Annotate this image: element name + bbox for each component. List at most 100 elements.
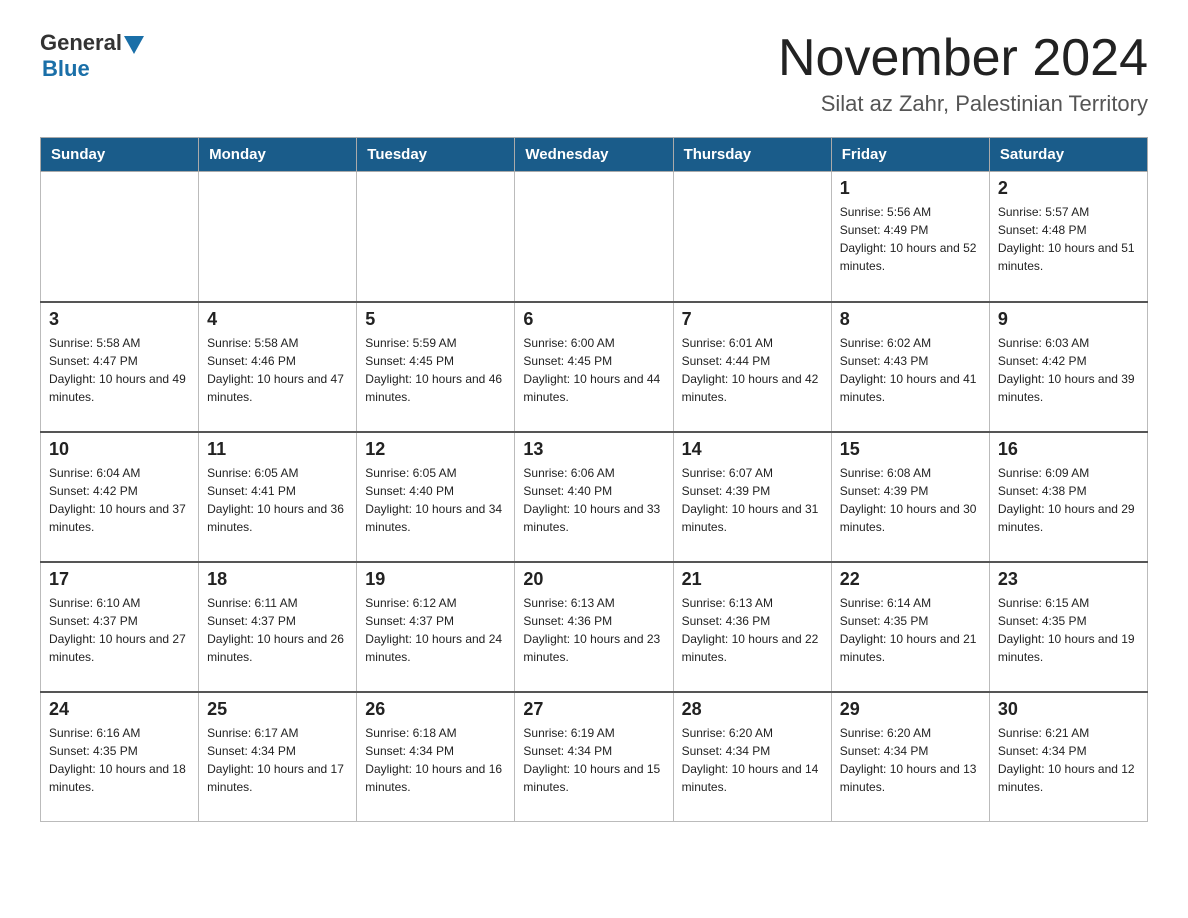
calendar-cell: 8 Sunrise: 6:02 AMSunset: 4:43 PMDaylight… <box>831 302 989 432</box>
calendar-cell: 19 Sunrise: 6:12 AMSunset: 4:37 PMDayligh… <box>357 562 515 692</box>
calendar-cell: 21Sunrise: 6:13 AMSunset: 4:36 PMDayligh… <box>673 562 831 692</box>
day-number: 21 <box>682 569 823 590</box>
calendar-cell: 26Sunrise: 6:18 AMSunset: 4:34 PMDayligh… <box>357 692 515 822</box>
day-number: 6 <box>523 309 664 330</box>
day-number: 11 <box>207 439 348 460</box>
calendar-cell: 12 Sunrise: 6:05 AMSunset: 4:40 PMDayligh… <box>357 432 515 562</box>
calendar-cell: 22 Sunrise: 6:14 AMSunset: 4:35 PMDayligh… <box>831 562 989 692</box>
day-info: Sunrise: 6:07 AMSunset: 4:39 PMDaylight:… <box>682 464 823 536</box>
day-info: Sunrise: 6:15 AMSunset: 4:35 PMDaylight:… <box>998 594 1139 666</box>
logo-triangle-icon <box>124 36 144 54</box>
day-number: 19 <box>365 569 506 590</box>
calendar-cell: 14 Sunrise: 6:07 AMSunset: 4:39 PMDayligh… <box>673 432 831 562</box>
calendar-cell: 7 Sunrise: 6:01 AMSunset: 4:44 PMDaylight… <box>673 302 831 432</box>
day-number: 30 <box>998 699 1139 720</box>
header: General Blue November 2024 Silat az Zahr… <box>40 30 1148 117</box>
day-info: Sunrise: 6:14 AMSunset: 4:35 PMDaylight:… <box>840 594 981 666</box>
calendar-cell: 28 Sunrise: 6:20 AMSunset: 4:34 PMDayligh… <box>673 692 831 822</box>
calendar-cell: 10 Sunrise: 6:04 AMSunset: 4:42 PMDayligh… <box>41 432 199 562</box>
day-number: 17 <box>49 569 190 590</box>
day-info: Sunrise: 6:03 AMSunset: 4:42 PMDaylight:… <box>998 334 1139 406</box>
day-number: 14 <box>682 439 823 460</box>
day-number: 28 <box>682 699 823 720</box>
calendar: SundayMondayTuesdayWednesdayThursdayFrid… <box>40 137 1148 822</box>
day-info: Sunrise: 5:57 AMSunset: 4:48 PMDaylight:… <box>998 203 1139 275</box>
day-number: 29 <box>840 699 981 720</box>
month-title: November 2024 <box>778 30 1148 87</box>
day-number: 24 <box>49 699 190 720</box>
calendar-cell: 18Sunrise: 6:11 AMSunset: 4:37 PMDayligh… <box>199 562 357 692</box>
day-number: 20 <box>523 569 664 590</box>
day-number: 9 <box>998 309 1139 330</box>
day-info: Sunrise: 6:18 AMSunset: 4:34 PMDaylight:… <box>365 724 506 796</box>
day-info: Sunrise: 6:12 AMSunset: 4:37 PMDaylight:… <box>365 594 506 666</box>
day-number: 13 <box>523 439 664 460</box>
day-info: Sunrise: 5:58 AMSunset: 4:47 PMDaylight:… <box>49 334 190 406</box>
calendar-week-row: 17 Sunrise: 6:10 AMSunset: 4:37 PMDayligh… <box>41 562 1148 692</box>
day-info: Sunrise: 6:06 AMSunset: 4:40 PMDaylight:… <box>523 464 664 536</box>
day-number: 18 <box>207 569 348 590</box>
day-number: 1 <box>840 178 981 199</box>
calendar-cell: 25 Sunrise: 6:17 AMSunset: 4:34 PMDayligh… <box>199 692 357 822</box>
day-number: 8 <box>840 309 981 330</box>
calendar-header-row: SundayMondayTuesdayWednesdayThursdayFrid… <box>41 138 1148 172</box>
calendar-cell <box>673 172 831 302</box>
day-number: 22 <box>840 569 981 590</box>
calendar-cell: 16Sunrise: 6:09 AMSunset: 4:38 PMDayligh… <box>989 432 1147 562</box>
calendar-cell: 4Sunrise: 5:58 AMSunset: 4:46 PMDaylight… <box>199 302 357 432</box>
day-number: 5 <box>365 309 506 330</box>
day-number: 15 <box>840 439 981 460</box>
day-number: 23 <box>998 569 1139 590</box>
calendar-cell: 15 Sunrise: 6:08 AMSunset: 4:39 PMDayligh… <box>831 432 989 562</box>
calendar-cell: 5 Sunrise: 5:59 AMSunset: 4:45 PMDaylight… <box>357 302 515 432</box>
calendar-week-row: 24 Sunrise: 6:16 AMSunset: 4:35 PMDayligh… <box>41 692 1148 822</box>
day-info: Sunrise: 6:00 AMSunset: 4:45 PMDaylight:… <box>523 334 664 406</box>
day-info: Sunrise: 6:05 AMSunset: 4:40 PMDaylight:… <box>365 464 506 536</box>
day-number: 3 <box>49 309 190 330</box>
day-number: 27 <box>523 699 664 720</box>
calendar-cell: 6 Sunrise: 6:00 AMSunset: 4:45 PMDaylight… <box>515 302 673 432</box>
logo-general-text: General <box>40 30 122 56</box>
calendar-cell <box>515 172 673 302</box>
day-of-week-header: Friday <box>831 138 989 172</box>
day-of-week-header: Wednesday <box>515 138 673 172</box>
calendar-week-row: 3 Sunrise: 5:58 AMSunset: 4:47 PMDaylight… <box>41 302 1148 432</box>
calendar-cell: 1 Sunrise: 5:56 AMSunset: 4:49 PMDaylight… <box>831 172 989 302</box>
day-number: 2 <box>998 178 1139 199</box>
day-number: 12 <box>365 439 506 460</box>
day-info: Sunrise: 6:04 AMSunset: 4:42 PMDaylight:… <box>49 464 190 536</box>
day-info: Sunrise: 5:59 AMSunset: 4:45 PMDaylight:… <box>365 334 506 406</box>
calendar-cell: 24 Sunrise: 6:16 AMSunset: 4:35 PMDayligh… <box>41 692 199 822</box>
day-number: 10 <box>49 439 190 460</box>
calendar-cell: 20Sunrise: 6:13 AMSunset: 4:36 PMDayligh… <box>515 562 673 692</box>
calendar-cell: 30Sunrise: 6:21 AMSunset: 4:34 PMDayligh… <box>989 692 1147 822</box>
day-info: Sunrise: 6:02 AMSunset: 4:43 PMDaylight:… <box>840 334 981 406</box>
calendar-cell: 23 Sunrise: 6:15 AMSunset: 4:35 PMDayligh… <box>989 562 1147 692</box>
day-info: Sunrise: 6:16 AMSunset: 4:35 PMDaylight:… <box>49 724 190 796</box>
calendar-cell: 2 Sunrise: 5:57 AMSunset: 4:48 PMDaylight… <box>989 172 1147 302</box>
day-of-week-header: Monday <box>199 138 357 172</box>
day-number: 16 <box>998 439 1139 460</box>
logo: General Blue <box>40 30 146 82</box>
day-info: Sunrise: 6:01 AMSunset: 4:44 PMDaylight:… <box>682 334 823 406</box>
calendar-week-row: 1 Sunrise: 5:56 AMSunset: 4:49 PMDaylight… <box>41 172 1148 302</box>
calendar-cell: 11Sunrise: 6:05 AMSunset: 4:41 PMDayligh… <box>199 432 357 562</box>
calendar-cell <box>41 172 199 302</box>
logo-blue-text: Blue <box>42 56 90 82</box>
day-info: Sunrise: 6:08 AMSunset: 4:39 PMDaylight:… <box>840 464 981 536</box>
day-number: 25 <box>207 699 348 720</box>
calendar-cell: 27Sunrise: 6:19 AMSunset: 4:34 PMDayligh… <box>515 692 673 822</box>
day-info: Sunrise: 6:20 AMSunset: 4:34 PMDaylight:… <box>840 724 981 796</box>
day-info: Sunrise: 6:20 AMSunset: 4:34 PMDaylight:… <box>682 724 823 796</box>
day-info: Sunrise: 6:10 AMSunset: 4:37 PMDaylight:… <box>49 594 190 666</box>
calendar-cell: 17 Sunrise: 6:10 AMSunset: 4:37 PMDayligh… <box>41 562 199 692</box>
calendar-cell: 13 Sunrise: 6:06 AMSunset: 4:40 PMDayligh… <box>515 432 673 562</box>
day-of-week-header: Saturday <box>989 138 1147 172</box>
day-info: Sunrise: 6:17 AMSunset: 4:34 PMDaylight:… <box>207 724 348 796</box>
calendar-cell: 9 Sunrise: 6:03 AMSunset: 4:42 PMDaylight… <box>989 302 1147 432</box>
day-info: Sunrise: 5:58 AMSunset: 4:46 PMDaylight:… <box>207 334 348 406</box>
day-info: Sunrise: 5:56 AMSunset: 4:49 PMDaylight:… <box>840 203 981 275</box>
title-area: November 2024 Silat az Zahr, Palestinian… <box>778 30 1148 117</box>
location: Silat az Zahr, Palestinian Territory <box>778 91 1148 117</box>
day-number: 7 <box>682 309 823 330</box>
